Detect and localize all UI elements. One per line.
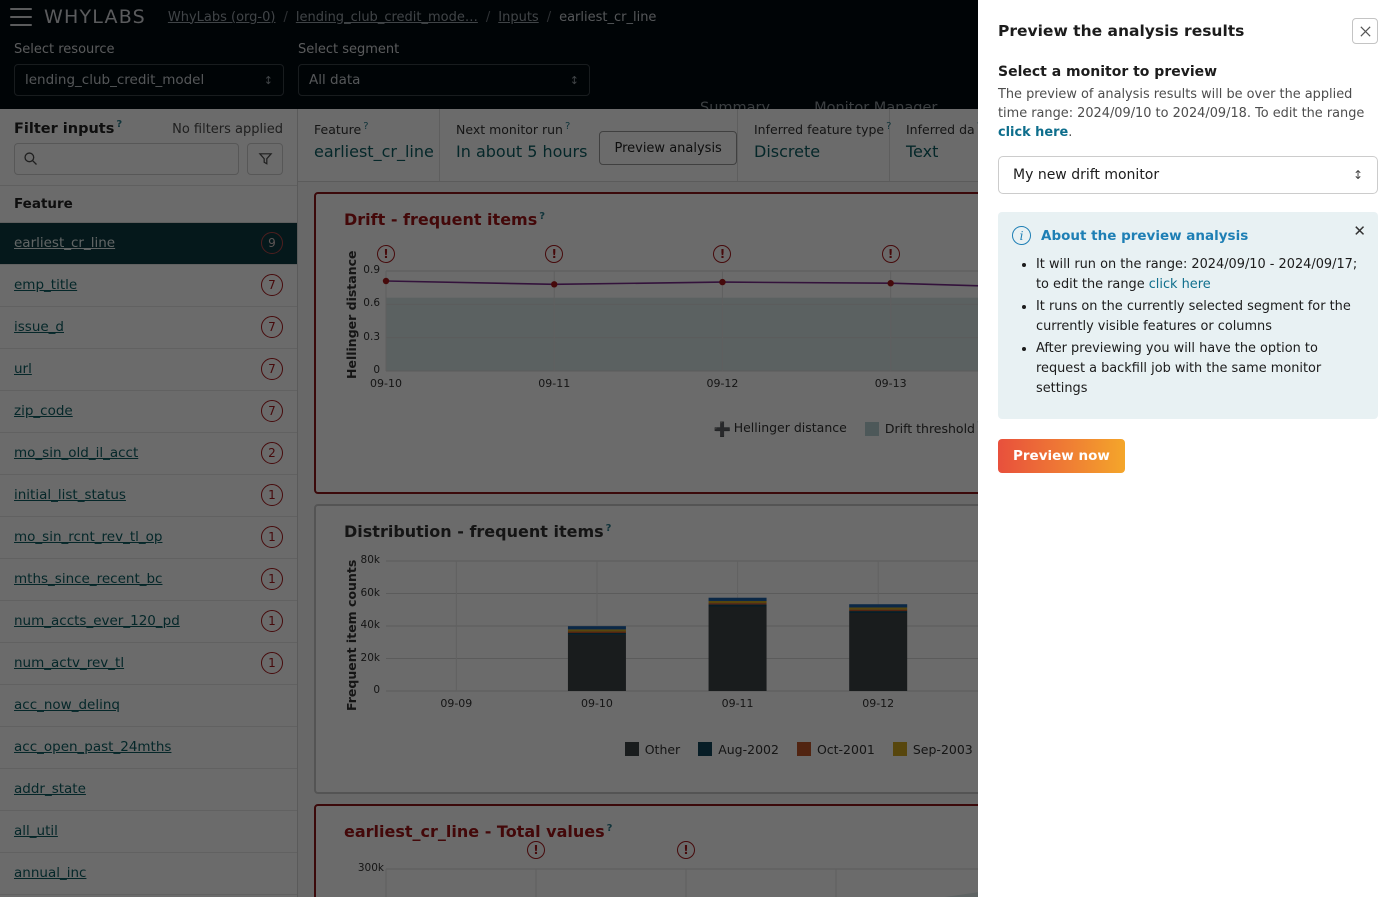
list-item: It will run on the range: 2024/09/10 - 2… [1036,255,1362,295]
list-item: After previewing you will have the optio… [1036,339,1362,399]
panel-description-text: The preview of analysis results will be … [998,87,1364,121]
monitor-preview-select-value: My new drift monitor [1013,167,1159,183]
infobox-bullet-list: It will run on the range: 2024/09/10 - 2… [1036,255,1362,399]
about-preview-infobox: ✕ i About the preview analysis It will r… [998,212,1378,419]
info-icon: i [1012,226,1031,245]
monitor-preview-select[interactable]: My new drift monitor ↕ [998,156,1378,194]
panel-title: Preview the analysis results [998,18,1244,40]
edit-range-link[interactable]: click here [998,125,1068,140]
close-x-icon [1359,25,1372,38]
bullet-text-1: It runs on the currently selected segmen… [1036,299,1351,334]
modal-backdrop[interactable] [0,0,978,897]
panel-header: Preview the analysis results [998,18,1378,44]
bullet-link-0[interactable]: click here [1149,277,1211,292]
panel-description-period: . [1068,125,1072,140]
infobox-title: About the preview analysis [1041,228,1248,244]
list-item: It runs on the currently selected segmen… [1036,297,1362,337]
chevron-updown-icon: ↕ [1353,169,1363,181]
close-icon[interactable] [1352,18,1378,44]
infobox-close-icon[interactable]: ✕ [1353,224,1366,239]
bullet-text-2: After previewing you will have the optio… [1036,341,1321,396]
panel-description: The preview of analysis results will be … [998,85,1378,142]
panel-subtitle: Select a monitor to preview [998,64,1378,80]
app-root: WHYLABS WhyLabs (org-0) / lending_club_c… [0,0,1398,897]
infobox-header: i About the preview analysis [1012,226,1362,245]
preview-now-button[interactable]: Preview now [998,439,1125,473]
preview-analysis-panel: Preview the analysis results Select a mo… [978,0,1398,897]
